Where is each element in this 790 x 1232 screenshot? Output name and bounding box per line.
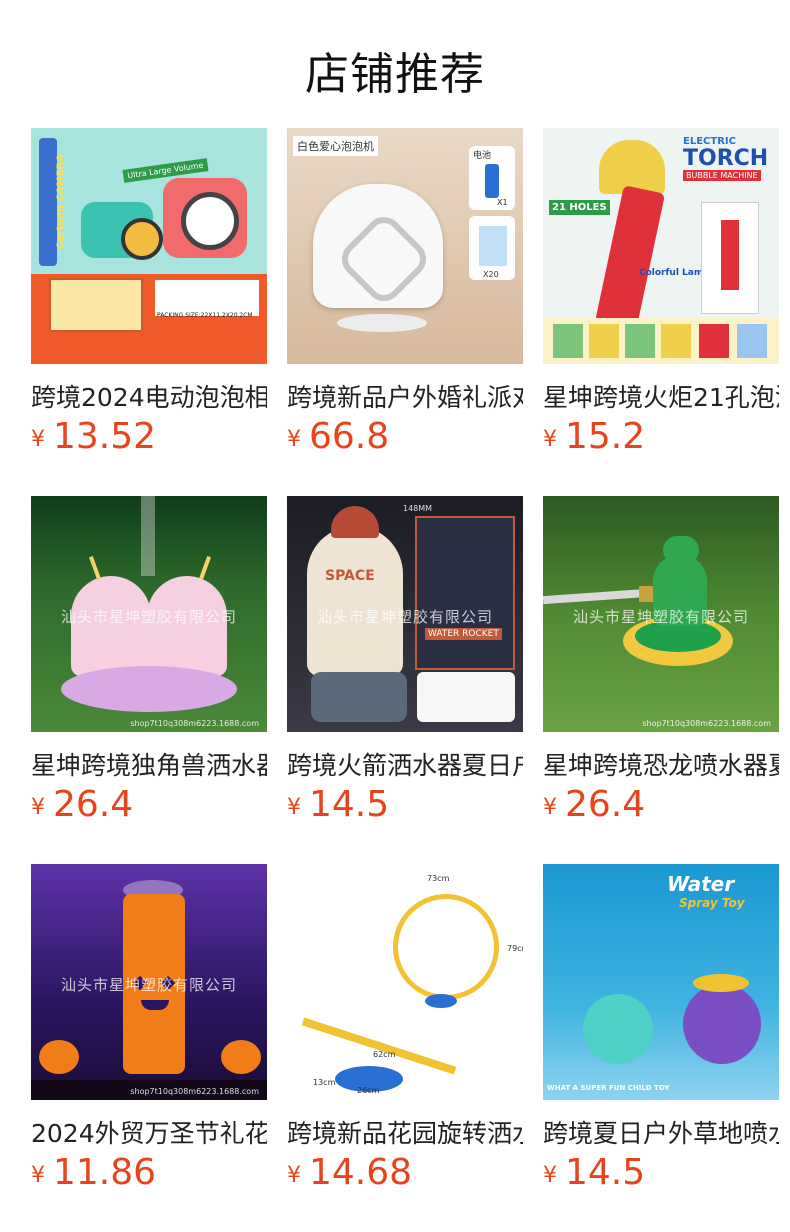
currency-symbol: ¥ <box>31 1163 45 1188</box>
product-price: ¥15.2 <box>543 416 645 457</box>
section-title: 店铺推荐 <box>305 49 485 100</box>
watermark-text: 汕头市星坤塑胶有限公司 <box>572 608 749 626</box>
image-caption: 白色爱心泡泡机 <box>293 136 378 156</box>
product-card[interactable]: ELECTRIC TORCH BUBBLE MACHINE 21 HOLES C… <box>543 128 779 496</box>
price-value: 26.4 <box>53 784 134 825</box>
currency-symbol: ¥ <box>287 427 301 452</box>
product-image-bubble-camera[interactable]: Cartoon CAMERA Ultra Large Volume PACKIN… <box>31 128 267 364</box>
product-card[interactable]: 汕头市星坤塑胶有限公司 shop7t10q308m6223.1688.com 星… <box>543 496 779 864</box>
product-price: ¥66.8 <box>287 416 389 457</box>
product-card[interactable]: Water Spray Toy WHAT A SUPER FUN CHILD T… <box>543 864 779 1232</box>
product-name[interactable]: 星坤跨境恐龙喷水器夏日 <box>543 746 779 782</box>
dim-w2: 62cm <box>373 1050 396 1059</box>
product-image-heart-bubble-machine[interactable]: 白色爱心泡泡机 电池 X1 X20 <box>287 128 523 364</box>
product-price: ¥14.5 <box>543 1152 645 1193</box>
water-rocket-label: WATER ROCKET <box>425 628 502 640</box>
currency-symbol: ¥ <box>543 1163 557 1188</box>
product-name[interactable]: 2024外贸万圣节礼花泡泡 <box>31 1114 267 1150</box>
product-image-garden-sprinkler[interactable]: 73cm 79cm 62cm 13cm 26cm <box>287 864 523 1100</box>
currency-symbol: ¥ <box>287 795 301 820</box>
product-price: ¥26.4 <box>31 784 133 825</box>
battery-label: 电池 <box>473 151 492 161</box>
product-price: ¥11.86 <box>31 1152 156 1193</box>
price-value: 15.2 <box>565 416 646 457</box>
dim-w3: 26cm <box>357 1086 380 1095</box>
torch-label: TORCH <box>683 146 769 171</box>
product-grid: Cartoon CAMERA Ultra Large Volume PACKIN… <box>31 128 779 1232</box>
currency-symbol: ¥ <box>543 427 557 452</box>
bubble-machine-label: BUBBLE MACHINE <box>683 170 761 181</box>
product-image-halloween-bubble[interactable]: 汕头市星坤塑胶有限公司 shop7t10q308m6223.1688.com <box>31 864 267 1100</box>
product-card[interactable]: 73cm 79cm 62cm 13cm 26cm 跨境新品花园旋转洒水器 ¥14… <box>287 864 523 1232</box>
product-image-rocket-sprinkler[interactable]: SPACE 148MM WATER ROCKET 汕头市星坤塑胶有限公司 <box>287 496 523 732</box>
product-card[interactable]: 白色爱心泡泡机 电池 X1 X20 跨境新品户外婚礼派对 ¥66.8 <box>287 128 523 496</box>
price-value: 66.8 <box>309 416 390 457</box>
product-name[interactable]: 星坤跨境火炬21孔泡泡 <box>543 378 779 414</box>
currency-symbol: ¥ <box>31 795 45 820</box>
watermark-text: 汕头市星坤塑胶有限公司 <box>60 608 237 626</box>
product-name[interactable]: 星坤跨境独角兽洒水器 <box>31 746 267 782</box>
product-price: ¥14.5 <box>287 784 389 825</box>
liquid-qty: X20 <box>483 270 499 279</box>
watermark-text: 汕头市星坤塑胶有限公司 <box>316 608 493 626</box>
price-value: 14.68 <box>309 1152 413 1193</box>
product-price: ¥26.4 <box>543 784 645 825</box>
shop-text: shop7t10q308m6223.1688.com <box>130 719 259 728</box>
footer-text: WHAT A SUPER FUN CHILD TOY <box>547 1084 670 1092</box>
product-name[interactable]: 跨境新品户外婚礼派对 <box>287 378 523 414</box>
dim-w1: 73cm <box>427 874 450 883</box>
product-image-dinosaur-sprinkler[interactable]: 汕头市星坤塑胶有限公司 shop7t10q308m6223.1688.com <box>543 496 779 732</box>
product-name[interactable]: 跨境2024电动泡泡相机 <box>31 378 267 414</box>
battery-qty: X1 <box>497 198 508 207</box>
price-value: 11.86 <box>53 1152 157 1193</box>
currency-symbol: ¥ <box>31 427 45 452</box>
product-card[interactable]: SPACE 148MM WATER ROCKET 汕头市星坤塑胶有限公司 跨境火… <box>287 496 523 864</box>
product-price: ¥14.68 <box>287 1152 412 1193</box>
product-name[interactable]: 跨境火箭洒水器夏日户外 <box>287 746 523 782</box>
price-value: 26.4 <box>565 784 646 825</box>
product-card[interactable]: Cartoon CAMERA Ultra Large Volume PACKIN… <box>31 128 267 496</box>
price-value: 13.52 <box>53 416 157 457</box>
shop-text: shop7t10q308m6223.1688.com <box>130 1087 259 1096</box>
dim-h2: 13cm <box>313 1078 336 1087</box>
watermark-text: 汕头市星坤塑胶有限公司 <box>60 976 237 994</box>
logo-spray-toy: Spray Toy <box>679 896 745 910</box>
product-name[interactable]: 跨境新品花园旋转洒水器 <box>287 1114 523 1150</box>
brand-text: Cartoon CAMERA <box>55 154 67 250</box>
holes-label: 21 HOLES <box>549 200 610 215</box>
currency-symbol: ¥ <box>287 1163 301 1188</box>
product-image-unicorn-sprinkler[interactable]: 汕头市星坤塑胶有限公司 shop7t10q308m6223.1688.com <box>31 496 267 732</box>
dim-label: 148MM <box>403 504 433 513</box>
product-name[interactable]: 跨境夏日户外草地喷水章鱼 <box>543 1114 779 1150</box>
product-card[interactable]: 汕头市星坤塑胶有限公司 shop7t10q308m6223.1688.com 2… <box>31 864 267 1232</box>
dim-h1: 79cm <box>507 944 523 953</box>
product-card[interactable]: 汕头市星坤塑胶有限公司 shop7t10q308m6223.1688.com 星… <box>31 496 267 864</box>
space-label: SPACE <box>325 568 375 584</box>
price-value: 14.5 <box>565 1152 646 1193</box>
product-price: ¥13.52 <box>31 416 156 457</box>
product-image-octopus-sprinkler[interactable]: Water Spray Toy WHAT A SUPER FUN CHILD T… <box>543 864 779 1100</box>
price-value: 14.5 <box>309 784 390 825</box>
logo-water: Water <box>667 872 735 896</box>
product-image-torch-bubble-machine[interactable]: ELECTRIC TORCH BUBBLE MACHINE 21 HOLES C… <box>543 128 779 364</box>
packing-text: PACKING SIZE:22X11.2X20.2CM <box>157 312 253 319</box>
shop-text: shop7t10q308m6223.1688.com <box>642 719 771 728</box>
currency-symbol: ¥ <box>543 795 557 820</box>
